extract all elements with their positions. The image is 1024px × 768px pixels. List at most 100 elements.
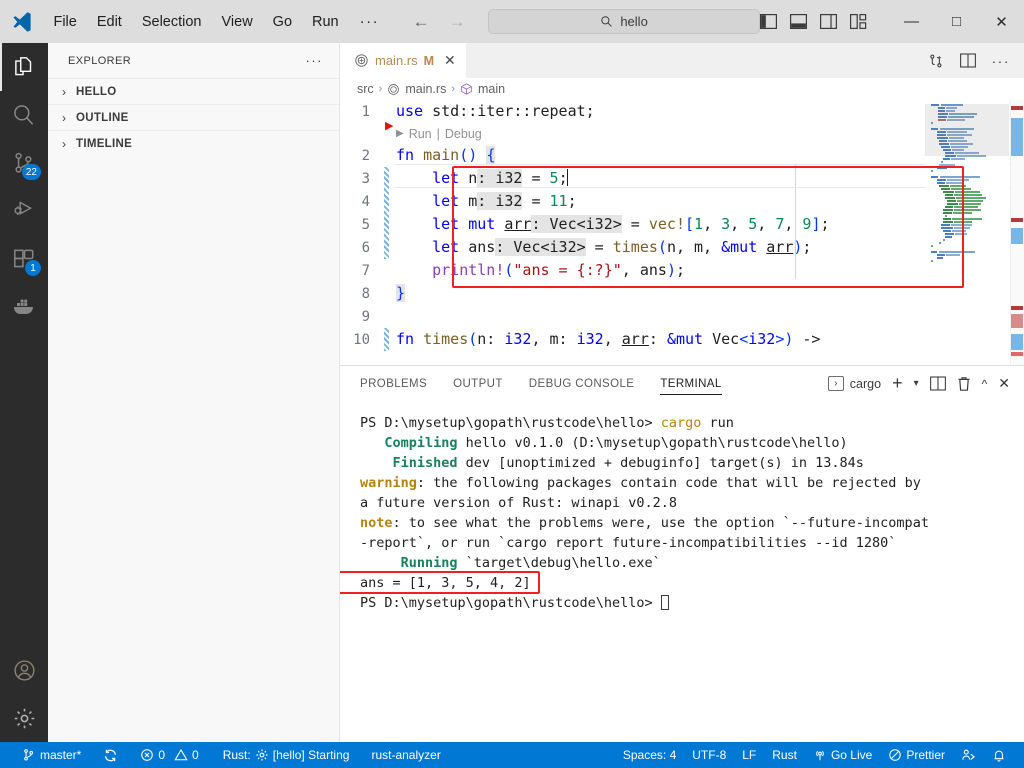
status-rust-analyzer[interactable]: rust-analyzer bbox=[357, 742, 448, 768]
minimap-line bbox=[931, 206, 1007, 208]
status-problems[interactable]: 0 0 bbox=[126, 742, 206, 768]
menu-selection[interactable]: Selection bbox=[132, 11, 212, 33]
minimap-line bbox=[931, 158, 1007, 160]
sidebar-more-actions-button[interactable]: ··· bbox=[306, 53, 324, 68]
close-panel-icon[interactable]: ✕ bbox=[998, 375, 1010, 392]
status-branch[interactable]: master* bbox=[0, 742, 89, 768]
status-eol[interactable]: LF bbox=[734, 742, 764, 768]
status-encoding[interactable]: UTF-8 bbox=[684, 742, 734, 768]
editor-tab-actions: ··· bbox=[928, 43, 1024, 78]
terminal-dropdown-icon[interactable]: ▾ bbox=[914, 378, 919, 389]
toggle-primary-sidebar-icon[interactable] bbox=[760, 14, 777, 29]
status-indentation[interactable]: Spaces: 4 bbox=[615, 742, 684, 768]
code-line: 5 let mut arr: Vec<i32> = vec![1, 3, 5, … bbox=[340, 213, 1024, 236]
window-minimize-button[interactable]: — bbox=[889, 0, 934, 43]
breadcrumb-item-main-rs[interactable]: main.rs bbox=[405, 82, 446, 96]
codelens-run-label[interactable]: Run bbox=[409, 127, 432, 141]
codelens-run-debug[interactable]: ▶ Run | Debug bbox=[340, 123, 1024, 144]
arrow-right-icon[interactable]: → bbox=[448, 12, 466, 32]
code-text: let ans: Vec<i32> = times(n, m, &mut arr… bbox=[432, 238, 812, 256]
editor-tab-close-icon[interactable]: ✕ bbox=[444, 52, 456, 69]
sidebar-header: EXPLORER ··· bbox=[48, 43, 339, 78]
sidebar-item-hello[interactable]: › HELLO bbox=[48, 78, 339, 104]
sidebar-item-outline[interactable]: › OUTLINE bbox=[48, 104, 339, 130]
activitybar-item-search[interactable] bbox=[0, 91, 48, 139]
menu-edit[interactable]: Edit bbox=[87, 11, 132, 33]
menu-more-button[interactable]: ··· bbox=[349, 10, 391, 33]
editor-minimap[interactable] bbox=[925, 100, 1009, 370]
panel-tab-output[interactable]: OUTPUT bbox=[453, 366, 503, 401]
status-remote-explorer[interactable] bbox=[953, 742, 984, 768]
editor-code-area[interactable]: 1 use std::iter::repeat; ▶ ▶ Run | Debug… bbox=[340, 100, 1024, 370]
terminal-line: Compiling hello v0.1.0 (D:\mysetup\gopat… bbox=[384, 435, 848, 451]
minimap-line bbox=[931, 203, 1007, 205]
window-close-button[interactable]: ✕ bbox=[979, 0, 1024, 43]
menu-selection-label: Selection bbox=[141, 13, 202, 30]
status-rust-server[interactable]: Rust: [hello] Starting bbox=[207, 742, 358, 768]
activitybar-item-run-debug[interactable] bbox=[0, 187, 48, 235]
minimap-line bbox=[931, 194, 1007, 196]
status-sync[interactable] bbox=[89, 742, 126, 768]
more-actions-icon[interactable]: ··· bbox=[992, 53, 1011, 69]
customize-layout-icon[interactable] bbox=[850, 14, 867, 29]
split-source-control-icon[interactable] bbox=[928, 53, 944, 69]
panel-tab-terminal[interactable]: TERMINAL bbox=[660, 366, 723, 401]
codelens-debug-label[interactable]: Debug bbox=[445, 127, 482, 141]
toggle-secondary-sidebar-icon[interactable] bbox=[820, 14, 837, 29]
menu-run[interactable]: Run bbox=[302, 11, 349, 33]
extensions-badge: 1 bbox=[25, 260, 41, 276]
terminal-content[interactable]: PS D:\mysetup\gopath\rustcode\hello> car… bbox=[340, 401, 1024, 743]
status-notifications[interactable] bbox=[984, 742, 1024, 768]
symbol-function-icon bbox=[460, 82, 473, 96]
breadcrumb-item-main[interactable]: main bbox=[478, 82, 505, 96]
editor-overview-ruler[interactable] bbox=[1010, 100, 1024, 370]
status-prettier[interactable]: Prettier bbox=[880, 742, 953, 768]
minimap-slider[interactable] bbox=[925, 104, 1009, 156]
menu-view[interactable]: View bbox=[212, 11, 263, 33]
breadcrumb-item-src[interactable]: src bbox=[357, 82, 374, 96]
command-center[interactable]: hello bbox=[488, 9, 760, 34]
line-number: 6 bbox=[361, 239, 370, 256]
toggle-panel-icon[interactable] bbox=[790, 14, 807, 29]
panel: PROBLEMS OUTPUT DEBUG CONSOLE TERMINAL ›… bbox=[340, 365, 1024, 742]
kill-terminal-icon[interactable] bbox=[957, 376, 971, 392]
line-number: 8 bbox=[361, 285, 370, 302]
code-line: 4 let m: i32 = 11; bbox=[340, 190, 1024, 213]
arrow-left-icon[interactable]: ← bbox=[412, 12, 430, 32]
status-warning-count: 0 bbox=[192, 748, 199, 762]
play-icon: ▶ bbox=[396, 128, 404, 139]
minimap-line bbox=[931, 218, 1007, 220]
terminal-selector[interactable]: › cargo bbox=[827, 376, 881, 391]
panel-tab-problems[interactable]: PROBLEMS bbox=[360, 366, 427, 401]
status-go-live[interactable]: Go Live bbox=[805, 742, 880, 768]
activitybar-bottom bbox=[0, 646, 48, 742]
code-line: 9 bbox=[340, 305, 1024, 328]
source-control-icon bbox=[22, 748, 36, 762]
status-language-mode[interactable]: Rust bbox=[764, 742, 805, 768]
split-terminal-icon[interactable] bbox=[929, 376, 946, 391]
editor-tab-main-rs[interactable]: main.rs M ✕ bbox=[340, 43, 466, 78]
error-icon bbox=[140, 748, 154, 762]
menu-file[interactable]: File bbox=[43, 11, 86, 33]
status-rust-analyzer-label: rust-analyzer bbox=[371, 748, 441, 762]
activitybar-item-settings[interactable] bbox=[0, 694, 48, 742]
terminal-line: Running `target\debug\hello.exe` bbox=[400, 555, 661, 571]
panel-tab-debug-console[interactable]: DEBUG CONSOLE bbox=[529, 366, 635, 401]
activitybar-item-source-control[interactable]: 22 bbox=[0, 139, 48, 187]
activitybar-item-extensions[interactable]: 1 bbox=[0, 235, 48, 283]
split-editor-icon[interactable] bbox=[959, 53, 976, 68]
activitybar-item-explorer[interactable] bbox=[0, 43, 48, 91]
new-terminal-icon[interactable]: + bbox=[892, 373, 903, 394]
maximize-panel-icon[interactable]: ^ bbox=[982, 377, 988, 391]
sidebar-item-timeline[interactable]: › TIMELINE bbox=[48, 130, 339, 156]
chevron-right-icon: › bbox=[62, 84, 66, 99]
line-number: 3 bbox=[361, 170, 370, 187]
modified-gutter-indicator bbox=[384, 213, 389, 236]
breakpoint-arrow-icon[interactable]: ▶ bbox=[385, 119, 393, 132]
menu-go[interactable]: Go bbox=[263, 11, 302, 33]
activitybar-item-accounts[interactable] bbox=[0, 646, 48, 694]
activitybar-item-docker[interactable] bbox=[0, 283, 48, 331]
modified-gutter-indicator bbox=[384, 167, 389, 190]
window-maximize-button[interactable]: □ bbox=[934, 0, 979, 43]
menu-bar[interactable]: File Edit Selection View Go Run ··· bbox=[43, 10, 390, 33]
